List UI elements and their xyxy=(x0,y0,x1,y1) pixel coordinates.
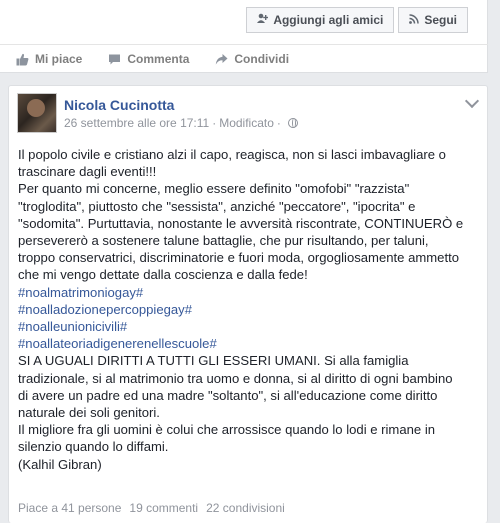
add-friend-button[interactable]: Aggiungi agli amici xyxy=(246,7,395,33)
post-text-line: di avere un padre ed una madre "soltanto… xyxy=(18,387,438,403)
hashtag-link[interactable]: #noalleunionicivili# xyxy=(18,318,480,335)
like-button[interactable]: Mi piace xyxy=(16,52,82,66)
post-text-line: troppo conservatrici, discriminatorie e … xyxy=(18,250,460,266)
post-meta: 26 settembre alle ore 17:11 · Modificato… xyxy=(64,116,298,130)
post-text-line: Il migliore fra gli uomini è colui che a… xyxy=(18,422,436,438)
post-text-line: "troglodita", piuttosto che "sessista", … xyxy=(18,198,416,214)
comment-button[interactable]: Commenta xyxy=(108,52,189,66)
hashtag-link[interactable]: #noalmatrimoniogay# xyxy=(18,284,480,301)
post-text-line: trascinare dagli eventi!!! xyxy=(18,164,157,180)
post-text-line: Il popolo civile e cristiano alzi il cap… xyxy=(18,147,446,162)
avatar[interactable] xyxy=(17,93,57,133)
globe-icon[interactable] xyxy=(287,118,298,128)
post-text-line: Per quanto mi concerne, meglio essere de… xyxy=(18,181,410,197)
hashtag-link[interactable]: #noallateoriadigenerenellescuole# xyxy=(18,335,480,352)
post-text-line: (Kalhil Gibran) xyxy=(18,456,102,472)
meta-separator-2: · xyxy=(276,116,281,130)
post-body: Il popolo civile e cristiano alzi il cap… xyxy=(18,146,480,473)
add-friend-icon xyxy=(257,13,269,27)
comments-count[interactable]: 19 commenti xyxy=(129,501,198,515)
follow-label: Segui xyxy=(424,13,457,27)
post-date[interactable]: 26 settembre alle ore 17:11 xyxy=(64,116,209,130)
post-text-line: SI A UGUALI DIRITTI A TUTTI GLI ESSERI U… xyxy=(18,353,409,369)
hashtag-link[interactable]: #noalladozionepercoppiegay# xyxy=(18,301,480,318)
comment-label: Commenta xyxy=(127,52,190,66)
likes-count[interactable]: Piace a 41 persone xyxy=(18,501,121,515)
post-author[interactable]: Nicola Cucinotta xyxy=(64,97,174,113)
meta-separator: · xyxy=(212,116,217,130)
post-text-line: naturale dei soli genitori. xyxy=(18,405,160,421)
comment-icon xyxy=(109,54,121,64)
shares-count[interactable]: 22 condivisioni xyxy=(206,501,285,515)
post-text-line: che mi vengo dettate dalla coscienza e d… xyxy=(18,267,308,283)
like-label: Mi piace xyxy=(35,52,83,66)
profile-actions: Aggiungi agli amici Segui xyxy=(246,7,468,33)
rss-icon xyxy=(409,13,420,27)
post-card: Nicola Cucinotta 26 settembre alle ore 1… xyxy=(8,85,488,523)
post-modified[interactable]: Modificato xyxy=(219,116,274,130)
previous-post-footer: Aggiungi agli amici Segui Mi piace Comme… xyxy=(0,0,488,73)
post-action-bar: Mi piace Commenta Condividi xyxy=(0,44,488,73)
post-text-line: "sodomita". Purtuttavia, nonostante le a… xyxy=(18,215,464,231)
chevron-down-icon[interactable] xyxy=(464,93,480,109)
share-button[interactable]: Condividi xyxy=(215,52,289,66)
post-text-line: tradizionale, si al matrimonio tra uomo … xyxy=(18,370,453,386)
share-label: Condividi xyxy=(234,52,290,66)
share-arrow-icon xyxy=(216,53,228,64)
post-stats: Piace a 41 persone 19 commenti 22 condiv… xyxy=(18,501,285,515)
follow-button[interactable]: Segui xyxy=(398,7,468,33)
post-text-line: persevererò a sostenere talune battaglie… xyxy=(18,233,429,249)
thumbs-up-icon xyxy=(16,53,29,65)
add-friend-label: Aggiungi agli amici xyxy=(273,13,384,27)
post-text-line: silenzio quando lo diffami. xyxy=(18,439,169,455)
